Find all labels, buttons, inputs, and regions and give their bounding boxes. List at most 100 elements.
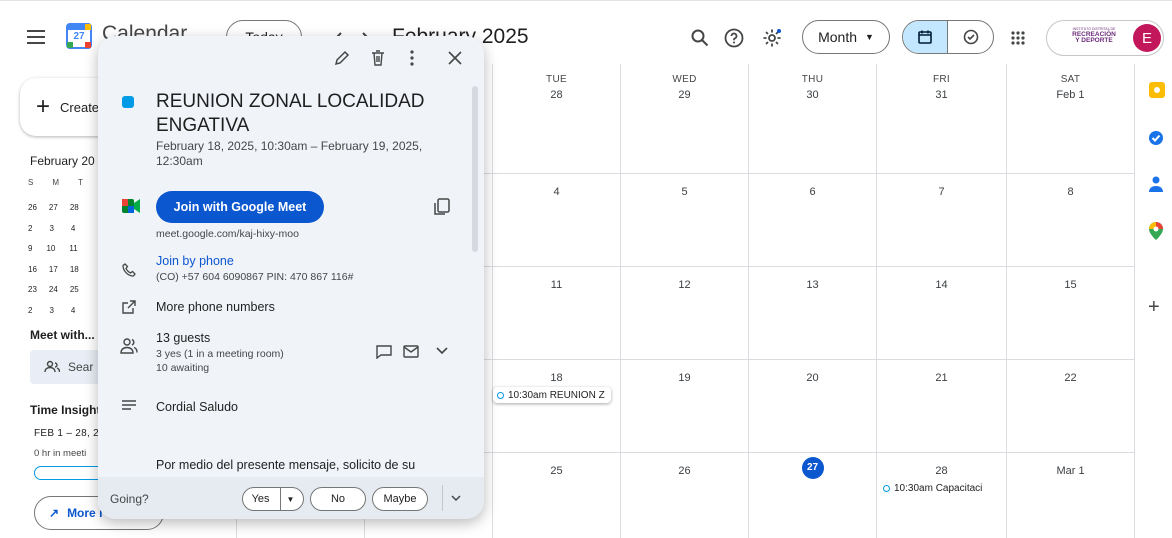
avatar[interactable]: E xyxy=(1133,24,1161,52)
day-cell[interactable]: Mar 1 xyxy=(1007,453,1135,538)
rsvp-yes-button[interactable]: Yes ▼ xyxy=(242,487,304,511)
day-cell[interactable]: 21 xyxy=(877,360,1007,453)
day-number[interactable]: 5 xyxy=(621,186,748,198)
day-cell[interactable]: 12 xyxy=(621,267,749,360)
day-number[interactable]: 15 xyxy=(1007,279,1134,291)
rsvp-more-chevron-icon[interactable] xyxy=(442,485,468,511)
main-menu-icon[interactable] xyxy=(18,19,54,55)
day-cell[interactable]: 11 xyxy=(493,267,621,360)
day-cell[interactable]: WED 29 xyxy=(621,64,749,174)
help-icon[interactable] xyxy=(716,20,752,56)
day-cell[interactable]: 19 xyxy=(621,360,749,453)
day-cell[interactable]: 20 xyxy=(749,360,877,453)
day-number[interactable]: 28 xyxy=(877,465,1006,477)
day-number[interactable]: 7 xyxy=(877,186,1006,198)
expand-guests-chevron-icon[interactable] xyxy=(436,347,448,355)
day-cell[interactable]: TUE 28 xyxy=(493,64,621,174)
day-number[interactable]: Mar 1 xyxy=(1007,465,1134,477)
day-cell[interactable]: 15 xyxy=(1007,267,1135,360)
mini-day[interactable]: 10 xyxy=(46,239,55,260)
event-chip-reunion[interactable]: 10:30am REUNION Z xyxy=(493,387,611,403)
mini-day[interactable]: 4 xyxy=(71,301,75,322)
mini-day[interactable]: 9 xyxy=(28,239,32,260)
day-number[interactable]: 6 xyxy=(749,186,876,198)
mini-day[interactable]: 3 xyxy=(49,219,53,240)
day-cell[interactable]: 6 xyxy=(749,174,877,267)
contacts-icon[interactable] xyxy=(1149,176,1163,192)
day-number[interactable]: Feb 1 xyxy=(1007,89,1134,101)
day-number[interactable]: 26 xyxy=(621,465,748,477)
day-cell[interactable]: 14 xyxy=(877,267,1007,360)
meet-url[interactable]: meet.google.com/kaj-hixy-moo xyxy=(156,228,299,240)
day-cell[interactable]: 8 xyxy=(1007,174,1135,267)
day-cell[interactable]: 7 xyxy=(877,174,1007,267)
day-cell[interactable]: 25 xyxy=(493,453,621,538)
day-cell[interactable]: FRI 31 xyxy=(877,64,1007,174)
add-addon-icon[interactable]: + xyxy=(1148,296,1160,319)
day-number[interactable]: 18 xyxy=(493,372,620,384)
account-chip[interactable]: INSTITUTO DISTRITAL DE RECREACIÓN Y DEPO… xyxy=(1046,20,1164,56)
day-number[interactable]: 28 xyxy=(493,89,620,101)
day-number[interactable]: 14 xyxy=(877,279,1006,291)
view-select-dropdown[interactable]: Month ▼ xyxy=(802,20,890,54)
copy-link-icon[interactable] xyxy=(434,198,450,216)
tasks-icon[interactable] xyxy=(1148,130,1164,146)
day-cell[interactable]: 5 xyxy=(621,174,749,267)
search-icon[interactable] xyxy=(682,20,718,56)
day-number[interactable]: 12 xyxy=(621,279,748,291)
mini-day[interactable]: 28 xyxy=(70,198,79,219)
popup-scrollbar[interactable] xyxy=(472,86,478,252)
day-number[interactable]: 19 xyxy=(621,372,748,384)
rsvp-maybe-button[interactable]: Maybe xyxy=(372,487,428,511)
day-cell[interactable]: 13 xyxy=(749,267,877,360)
apps-grid-icon[interactable] xyxy=(1000,20,1036,56)
day-cell[interactable]: 26 xyxy=(621,453,749,538)
day-number[interactable]: 11 xyxy=(493,279,620,291)
day-cell[interactable]: 22 xyxy=(1007,360,1135,453)
day-number[interactable]: 29 xyxy=(621,89,748,101)
join-by-phone-link[interactable]: Join by phone xyxy=(156,254,234,268)
maps-icon[interactable] xyxy=(1149,222,1163,240)
day-number[interactable]: 20 xyxy=(749,372,876,384)
day-number[interactable]: 30 xyxy=(749,89,876,101)
mini-day[interactable]: 4 xyxy=(71,219,75,240)
caret-down-icon[interactable]: ▼ xyxy=(287,495,295,504)
calendar-view-toggle[interactable] xyxy=(903,21,949,53)
day-number[interactable]: 4 xyxy=(493,186,620,198)
day-number[interactable]: 31 xyxy=(877,89,1006,101)
today-day-number[interactable]: 27 xyxy=(801,457,824,479)
day-cell[interactable]: 4 xyxy=(493,174,621,267)
mini-day[interactable]: 27 xyxy=(49,198,58,219)
mini-day[interactable]: 23 xyxy=(28,280,37,301)
email-guests-icon[interactable] xyxy=(403,345,419,358)
mini-day[interactable]: 17 xyxy=(49,260,58,281)
mini-day[interactable]: 3 xyxy=(49,301,53,322)
settings-gear-icon[interactable] xyxy=(754,20,790,56)
tasks-view-toggle[interactable] xyxy=(948,21,993,53)
more-phone-numbers-link[interactable]: More phone numbers xyxy=(156,300,275,314)
event-chip-capacitacion[interactable]: 10:30am Capacitaci xyxy=(883,483,1001,494)
mini-day[interactable]: 16 xyxy=(28,260,37,281)
edit-pencil-icon[interactable] xyxy=(334,50,350,66)
delete-trash-icon[interactable] xyxy=(371,50,385,66)
mini-day[interactable]: 26 xyxy=(28,198,37,219)
join-google-meet-button[interactable]: Join with Google Meet xyxy=(156,191,324,223)
mini-day[interactable]: 11 xyxy=(69,239,77,260)
day-number[interactable]: 21 xyxy=(877,372,1006,384)
chat-icon[interactable] xyxy=(376,345,392,359)
day-cell[interactable]: SAT Feb 1 xyxy=(1007,64,1135,174)
mini-day[interactable]: 18 xyxy=(70,260,79,281)
mini-day[interactable]: 2 xyxy=(28,301,32,322)
mini-day[interactable]: 2 xyxy=(28,219,32,240)
day-cell[interactable]: THU 30 xyxy=(749,64,877,174)
mini-day[interactable]: 25 xyxy=(70,280,79,301)
day-number[interactable]: 25 xyxy=(493,465,620,477)
more-options-icon[interactable] xyxy=(410,50,414,66)
day-number[interactable]: 13 xyxy=(749,279,876,291)
close-icon[interactable] xyxy=(448,51,462,65)
day-cell[interactable]: 18 10:30am REUNION Z xyxy=(493,360,621,453)
day-number[interactable]: 22 xyxy=(1007,372,1134,384)
mini-day[interactable]: 24 xyxy=(49,280,58,301)
day-number[interactable]: 8 xyxy=(1007,186,1134,198)
day-cell[interactable]: 27 xyxy=(749,453,877,538)
